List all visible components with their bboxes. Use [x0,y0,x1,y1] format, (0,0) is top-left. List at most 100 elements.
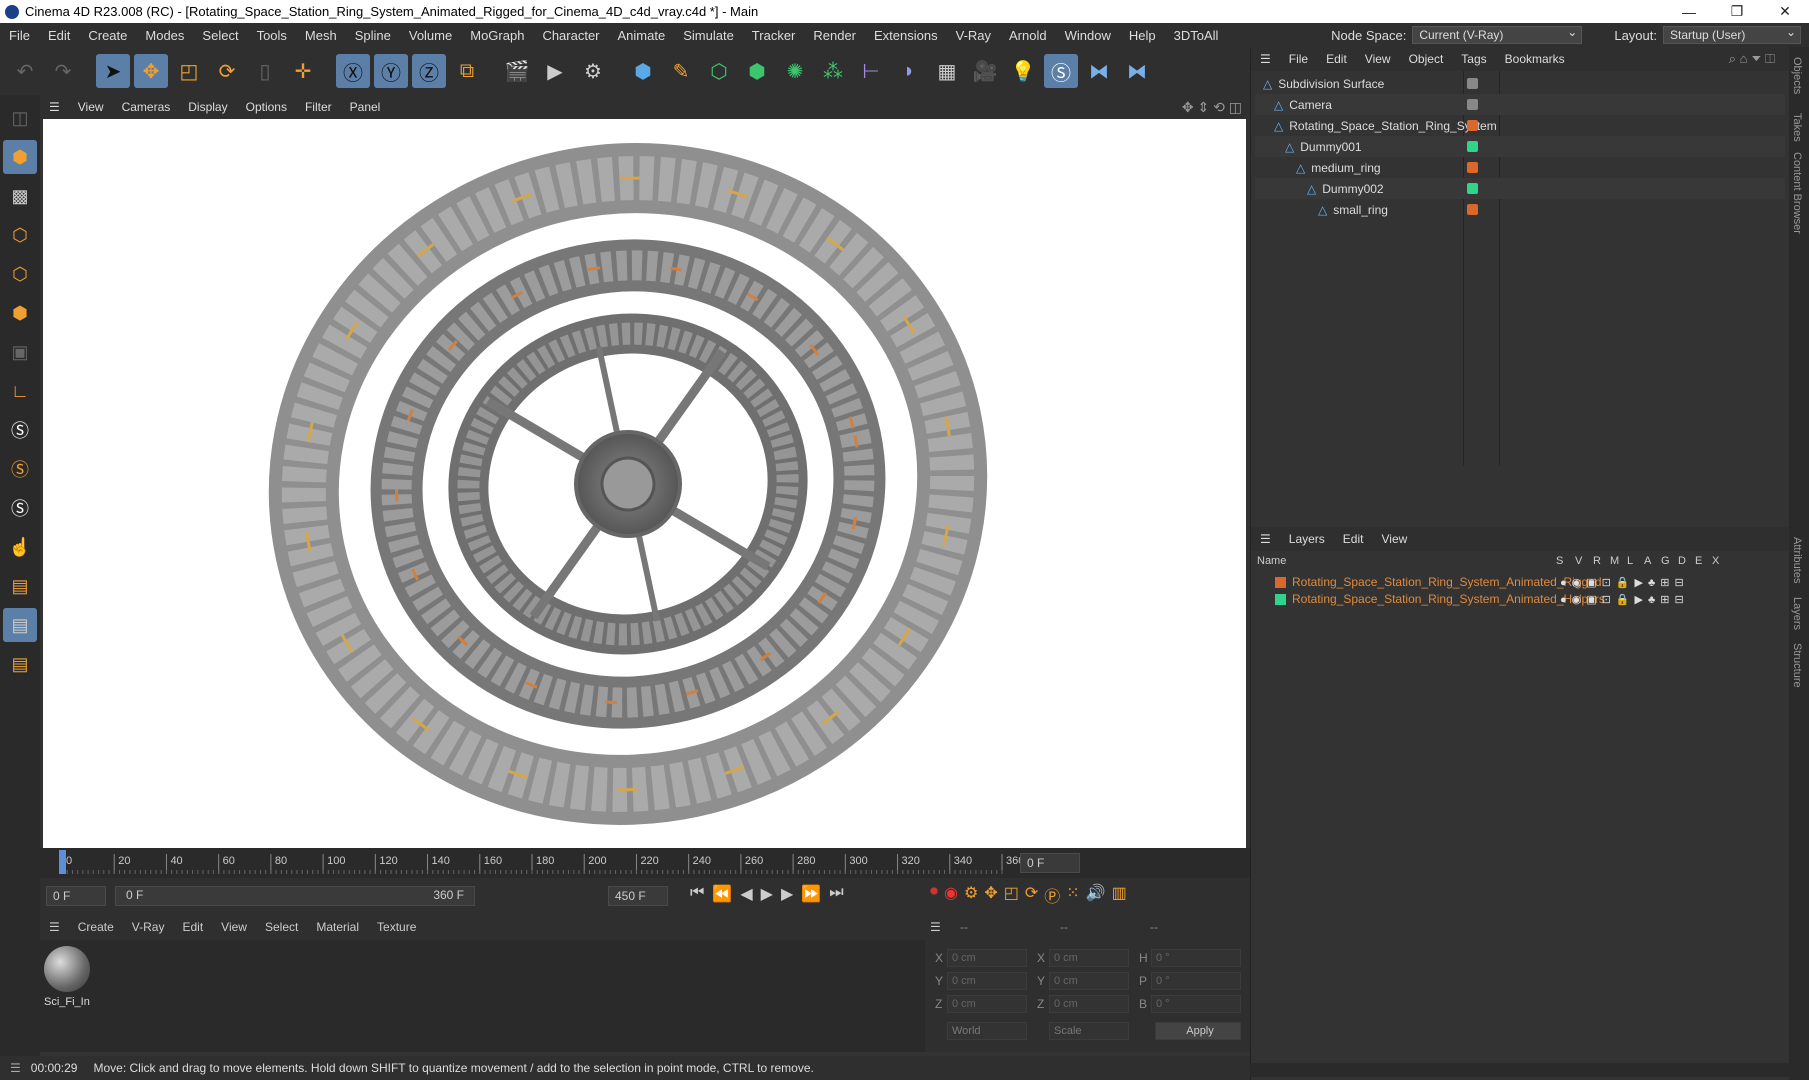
light-icon[interactable]: 💡 [1006,54,1040,88]
layout-select[interactable]: Startup (User) [1663,24,1801,44]
rot-b-field[interactable]: 0 ° [1151,995,1241,1013]
viewport-menu-panel[interactable]: Panel [341,100,390,114]
keyframe-selection-icon[interactable]: ⚙ [964,883,978,907]
material-hamburger-icon[interactable]: ☰ [40,920,69,934]
viewport-menu-options[interactable]: Options [237,100,296,114]
side-tab-objects[interactable]: Objects [1791,57,1803,94]
vray-icon[interactable]: Ⓢ [1044,54,1078,88]
prev-frame-icon[interactable]: ◀ [740,884,752,904]
layer-row[interactable]: Rotating_Space_Station_Ring_System_Anima… [1255,590,1785,608]
viewport-menu-cameras[interactable]: Cameras [113,100,180,114]
objects-menu-edit[interactable]: Edit [1317,52,1356,66]
z-axis-icon[interactable]: Ⓩ [412,54,446,88]
menu-tracker[interactable]: Tracker [743,28,805,43]
menu-mesh[interactable]: Mesh [296,28,346,43]
array-icon[interactable]: ⁂ [816,54,850,88]
status-hamburger-icon[interactable]: ☰ [0,1061,31,1075]
layer-color-swatch[interactable] [1467,162,1478,173]
uv-mode-icon[interactable]: ▣ [3,335,37,369]
auto-key-icon[interactable]: ◉ [944,883,958,907]
side-tab-layers[interactable]: Layers [1791,597,1803,630]
layer-color-swatch[interactable] [1275,576,1286,588]
menu-simulate[interactable]: Simulate [674,28,743,43]
layers-horizontal-scrollbar[interactable] [1250,1063,1789,1077]
lock-workplane-icon[interactable]: ▤ [3,608,37,642]
rot-p-field[interactable]: 0 ° [1151,972,1241,990]
material-menu-select[interactable]: Select [256,920,307,934]
point-mode-icon[interactable]: ⬡ [3,218,37,252]
world-select[interactable]: World [947,1022,1027,1040]
position-key-icon[interactable]: ✥ [984,883,997,907]
snap-settings-icon[interactable]: Ⓢ [3,452,37,486]
menu-render[interactable]: Render [804,28,865,43]
coordinate-system-icon[interactable]: ⧉ [450,54,484,88]
menu-spline[interactable]: Spline [346,28,400,43]
menu-character[interactable]: Character [533,28,608,43]
menu-help[interactable]: Help [1120,28,1165,43]
pos-x-field[interactable]: 0 cm [947,949,1027,967]
go-to-end-icon[interactable]: ⏭ [829,884,843,904]
redo-icon[interactable]: ↷ [46,54,80,88]
minimize-button[interactable]: — [1665,0,1713,23]
menu-create[interactable]: Create [79,28,136,43]
next-frame-icon[interactable]: ▶ [781,884,793,904]
transform-icon[interactable]: ✛ [286,54,320,88]
material-menu-texture[interactable]: Texture [368,920,425,934]
go-to-start-icon[interactable]: ⏮ [690,884,704,904]
render-settings-icon[interactable]: ⚙ [576,54,610,88]
workplane-icon[interactable]: ▤ [3,569,37,603]
viewport-menu-filter[interactable]: Filter [296,100,341,114]
objects-menu-object[interactable]: Object [1400,52,1453,66]
layer-color-swatch[interactable] [1467,99,1478,110]
mograph-cloner-icon[interactable]: ✺ [778,54,812,88]
menu-modes[interactable]: Modes [136,28,193,43]
timeline-ruler[interactable]: 0 20 40 60 80 100 120 140 160 180 200 220 240 260 280 3… [40,848,1250,878]
prev-key-icon[interactable]: ⏪ [712,884,732,904]
node-space-select[interactable]: Current (V-Ray) [1412,24,1583,44]
workplane-rotate-icon[interactable]: ▤ [3,647,37,681]
y-axis-icon[interactable]: Ⓨ [374,54,408,88]
size-z-field[interactable]: 0 cm [1049,995,1129,1013]
object-row[interactable]: △ medium_ring [1255,157,1785,178]
polygon-mode-icon[interactable]: ⬢ [3,296,37,330]
render-view-icon[interactable]: 🎬 [500,54,534,88]
side-tab-attributes[interactable]: Attributes [1791,537,1803,583]
menu-arnold[interactable]: Arnold [1000,28,1056,43]
play-icon[interactable]: ▶ [761,884,773,904]
rot-h-field[interactable]: 0 ° [1151,949,1241,967]
viewport-nav-icons[interactable]: ✥ ⇕ ⟲ ◫ [1182,99,1242,116]
objects-menu-file[interactable]: File [1280,52,1317,66]
menu-window[interactable]: Window [1056,28,1120,43]
make-editable-icon[interactable]: ◫ [3,101,37,135]
object-row[interactable]: △ Dummy002 [1255,178,1785,199]
python-icon[interactable]: ⧓ [1082,54,1116,88]
menu-mograph[interactable]: MoGraph [461,28,533,43]
rotation-key-icon[interactable]: ⟳ [1025,883,1038,907]
axis-mode-icon[interactable]: ∟ [3,374,37,408]
menu-3dtoall[interactable]: 3DToAll [1165,28,1228,43]
python-script-icon[interactable]: ⧓ [1120,54,1154,88]
timeline-icon[interactable]: ▥ [1112,883,1127,907]
object-row[interactable]: △ Dummy001 [1255,136,1785,157]
side-tab-structure[interactable]: Structure [1791,643,1803,688]
menu-volume[interactable]: Volume [400,28,461,43]
parameter-key-icon[interactable]: Ⓟ [1044,883,1060,907]
render-picture-viewer-icon[interactable]: ▶ [538,54,572,88]
menu-file[interactable]: File [0,28,39,43]
objects-hamburger-icon[interactable]: ☰ [1251,52,1280,66]
objects-menu-bookmarks[interactable]: Bookmarks [1496,52,1574,66]
size-x-field[interactable]: 0 cm [1049,949,1129,967]
live-select-icon[interactable]: ▯ [248,54,282,88]
scale-select[interactable]: Scale [1049,1022,1129,1040]
menu-edit[interactable]: Edit [39,28,79,43]
sound-icon[interactable]: 🔊 [1086,883,1106,907]
layers-hamburger-icon[interactable]: ☰ [1251,532,1280,546]
rotate-icon[interactable]: ⟳ [210,54,244,88]
layer-color-swatch[interactable] [1467,204,1478,215]
move-icon[interactable]: ✥ [134,54,168,88]
material-menu-view[interactable]: View [212,920,256,934]
size-y-field[interactable]: 0 cm [1049,972,1129,990]
edge-mode-icon[interactable]: ⬡ [3,257,37,291]
layers-menu-view[interactable]: View [1372,532,1416,546]
scale-key-icon[interactable]: ◰ [1004,883,1019,907]
